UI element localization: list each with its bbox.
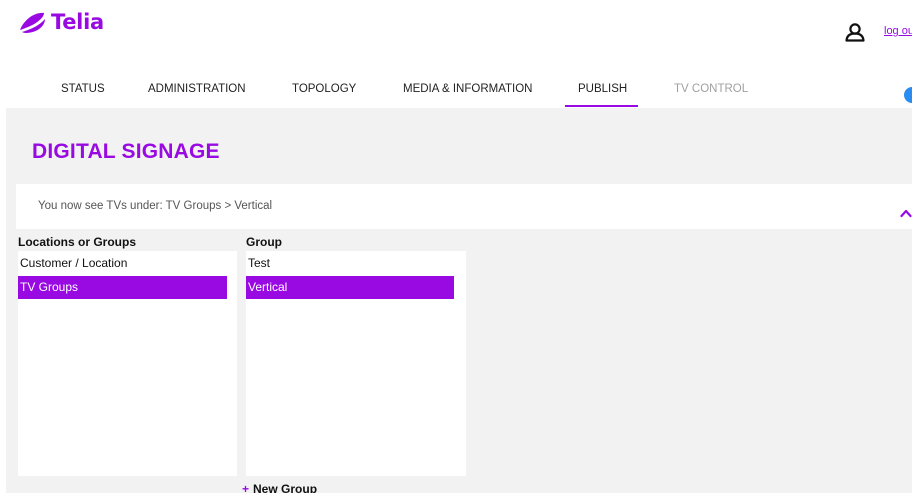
logout-link[interactable]: log out — [884, 25, 912, 37]
locations-column-label: Locations or Groups — [18, 235, 137, 249]
top-bar: Telia log out — [0, 0, 912, 66]
list-item-customer-location[interactable]: Customer / Location — [18, 252, 237, 275]
main-nav: STATUS ADMINISTRATION TOPOLOGY MEDIA & I… — [0, 66, 912, 108]
selection-path-text: You now see TVs under: TV Groups > Verti… — [38, 200, 273, 212]
telia-pebble-icon — [20, 12, 45, 33]
locations-list: Customer / Location TV Groups — [18, 251, 237, 476]
list-item-tv-groups[interactable]: TV Groups — [18, 276, 227, 299]
brand-name: Telia — [51, 10, 104, 34]
tab-tv-control: TV CONTROL — [674, 83, 749, 95]
telia-logo[interactable]: Telia — [18, 10, 104, 34]
tab-publish[interactable]: PUBLISH — [578, 83, 627, 95]
tab-administration[interactable]: ADMINISTRATION — [148, 83, 246, 95]
active-tab-indicator — [565, 105, 638, 107]
tab-topology[interactable]: TOPOLOGY — [292, 83, 356, 95]
list-item-test[interactable]: Test — [246, 252, 466, 275]
group-list: Test Vertical — [246, 251, 466, 476]
info-bar: You now see TVs under: TV Groups > Verti… — [16, 184, 912, 229]
page-title: DIGITAL SIGNAGE — [32, 140, 220, 163]
tab-status[interactable]: STATUS — [61, 83, 105, 95]
plus-icon: + — [242, 482, 250, 493]
new-group-label: New Group — [253, 482, 318, 493]
main-content: DIGITAL SIGNAGE You now see TVs under: T… — [6, 108, 912, 493]
new-group-button[interactable]: + New Group — [242, 482, 317, 493]
group-column-label: Group — [246, 235, 282, 249]
user-icon[interactable] — [844, 22, 866, 42]
tab-media-information[interactable]: MEDIA & INFORMATION — [403, 83, 533, 95]
list-item-vertical[interactable]: Vertical — [246, 276, 454, 299]
chevron-up-icon[interactable] — [900, 208, 912, 218]
